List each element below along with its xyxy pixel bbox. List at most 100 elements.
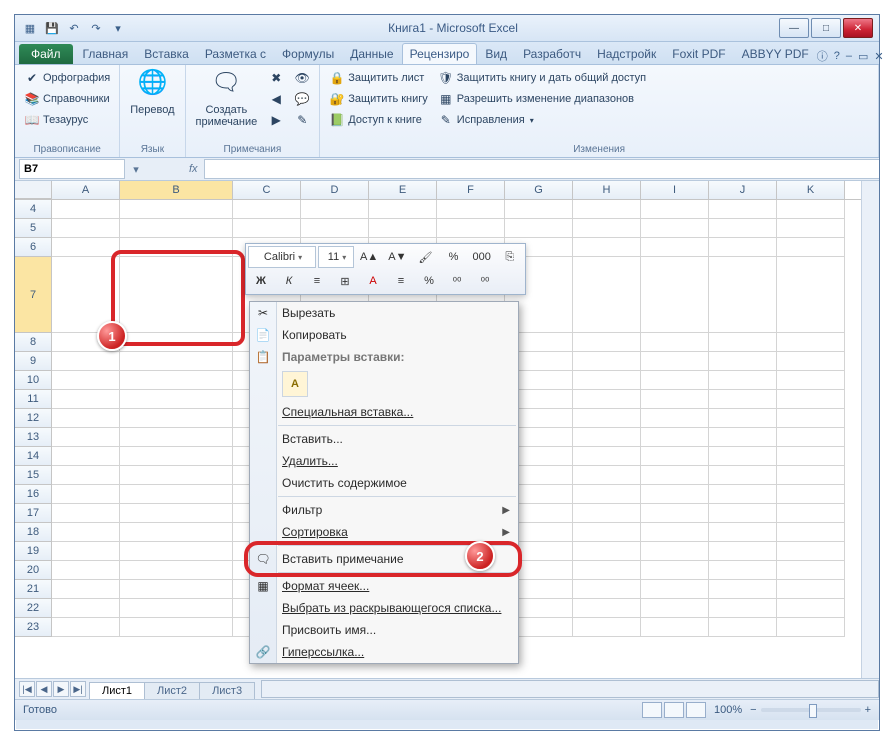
- menu-filter[interactable]: Фильтр▶: [250, 499, 518, 521]
- doc-minimize-icon[interactable]: –: [846, 50, 852, 62]
- cell[interactable]: [120, 371, 233, 390]
- merge-icon[interactable]: ≡: [388, 270, 414, 292]
- protect-book-button[interactable]: 🔐Защитить книгу: [326, 89, 431, 109]
- cell[interactable]: [709, 599, 777, 618]
- cell[interactable]: [120, 485, 233, 504]
- cell[interactable]: [573, 219, 641, 238]
- cell[interactable]: [120, 352, 233, 371]
- cell[interactable]: [777, 390, 845, 409]
- row-header[interactable]: 13: [15, 428, 52, 447]
- col-header[interactable]: C: [233, 181, 301, 199]
- menu-cut[interactable]: ✂Вырезать: [250, 302, 518, 324]
- cell[interactable]: [52, 618, 120, 637]
- cell[interactable]: [52, 523, 120, 542]
- cell[interactable]: [709, 447, 777, 466]
- cell[interactable]: [120, 561, 233, 580]
- name-box[interactable]: B7: [19, 159, 125, 179]
- shrink-font-icon[interactable]: A▼: [384, 246, 410, 268]
- cell[interactable]: [52, 390, 120, 409]
- menu-clear[interactable]: Очистить содержимое: [250, 472, 518, 494]
- close-button[interactable]: ✕: [843, 18, 873, 38]
- cell[interactable]: [505, 219, 573, 238]
- zoom-in-icon[interactable]: +: [865, 704, 871, 716]
- cell[interactable]: [641, 504, 709, 523]
- cell[interactable]: [52, 200, 120, 219]
- cell[interactable]: [641, 200, 709, 219]
- cell[interactable]: [505, 200, 573, 219]
- col-header[interactable]: D: [301, 181, 369, 199]
- cell[interactable]: [641, 542, 709, 561]
- row-header[interactable]: 15: [15, 466, 52, 485]
- cell[interactable]: [573, 200, 641, 219]
- col-header[interactable]: I: [641, 181, 709, 199]
- fill-color-icon[interactable]: %: [416, 270, 442, 292]
- cell[interactable]: [641, 485, 709, 504]
- cell[interactable]: [777, 238, 845, 257]
- minimize-button[interactable]: —: [779, 18, 809, 38]
- cell[interactable]: [52, 447, 120, 466]
- help-icon[interactable]: ?: [834, 50, 840, 62]
- horizontal-scrollbar[interactable]: [261, 680, 879, 698]
- doc-restore-icon[interactable]: ▭: [858, 50, 868, 63]
- cell[interactable]: [641, 447, 709, 466]
- worksheet-grid[interactable]: A B C D E F G H I J K 456789101112131415…: [15, 181, 879, 678]
- cell[interactable]: [573, 580, 641, 599]
- new-comment-button[interactable]: 🗨Создать примечание: [192, 68, 262, 130]
- cell[interactable]: [301, 200, 369, 219]
- cell[interactable]: [52, 219, 120, 238]
- cell[interactable]: [641, 523, 709, 542]
- cell[interactable]: [573, 352, 641, 371]
- research-button[interactable]: 📚Справочники: [21, 89, 113, 109]
- cell[interactable]: [709, 504, 777, 523]
- cell[interactable]: [573, 523, 641, 542]
- cell[interactable]: [120, 523, 233, 542]
- cell[interactable]: [52, 504, 120, 523]
- cell[interactable]: [573, 257, 641, 333]
- row-header[interactable]: 18: [15, 523, 52, 542]
- cell[interactable]: [369, 219, 437, 238]
- font-color-icon[interactable]: A: [360, 270, 386, 292]
- cell[interactable]: [709, 371, 777, 390]
- protect-share-button[interactable]: 🛡Защитить книгу и дать общий доступ: [435, 68, 649, 88]
- cell[interactable]: [573, 409, 641, 428]
- tab-foxit[interactable]: Foxit PDF: [664, 43, 733, 64]
- save-icon[interactable]: 💾: [43, 19, 61, 37]
- namebox-dropdown-icon[interactable]: ▾: [129, 163, 143, 176]
- cell[interactable]: [233, 219, 301, 238]
- cell[interactable]: [573, 599, 641, 618]
- view-normal-button[interactable]: [642, 702, 662, 718]
- cell[interactable]: [709, 466, 777, 485]
- row-header[interactable]: 16: [15, 485, 52, 504]
- cell[interactable]: [709, 409, 777, 428]
- italic-icon[interactable]: К: [276, 270, 302, 292]
- paste-option-values[interactable]: A: [282, 371, 308, 397]
- cell[interactable]: [573, 238, 641, 257]
- cell[interactable]: [437, 219, 505, 238]
- prev-comment-button[interactable]: ◀: [265, 89, 287, 109]
- tab-review[interactable]: Рецензиро: [402, 43, 478, 64]
- view-pagebreak-button[interactable]: [686, 702, 706, 718]
- cell[interactable]: [52, 238, 120, 257]
- show-all-comments-button[interactable]: 💬: [291, 89, 313, 109]
- zoom-out-icon[interactable]: −: [750, 704, 756, 716]
- cell[interactable]: [641, 466, 709, 485]
- cell[interactable]: [120, 428, 233, 447]
- cell[interactable]: [120, 238, 233, 257]
- cell[interactable]: [709, 219, 777, 238]
- tab-abbyy[interactable]: ABBYY PDF: [734, 43, 817, 64]
- cell[interactable]: [573, 561, 641, 580]
- cell[interactable]: [573, 333, 641, 352]
- cell[interactable]: [120, 504, 233, 523]
- cell[interactable]: [641, 257, 709, 333]
- tab-file[interactable]: Файл: [19, 44, 73, 64]
- row-header[interactable]: 8: [15, 333, 52, 352]
- spelling-button[interactable]: ✔Орфография: [21, 68, 113, 88]
- cell[interactable]: [777, 333, 845, 352]
- cell[interactable]: [777, 580, 845, 599]
- decrease-decimal-icon[interactable]: ⁰⁰: [472, 270, 498, 292]
- cell[interactable]: [641, 580, 709, 599]
- cell[interactable]: [573, 542, 641, 561]
- menu-hyperlink[interactable]: 🔗Гиперссылка...: [250, 641, 518, 663]
- cell[interactable]: [120, 219, 233, 238]
- redo-icon[interactable]: ↷: [87, 19, 105, 37]
